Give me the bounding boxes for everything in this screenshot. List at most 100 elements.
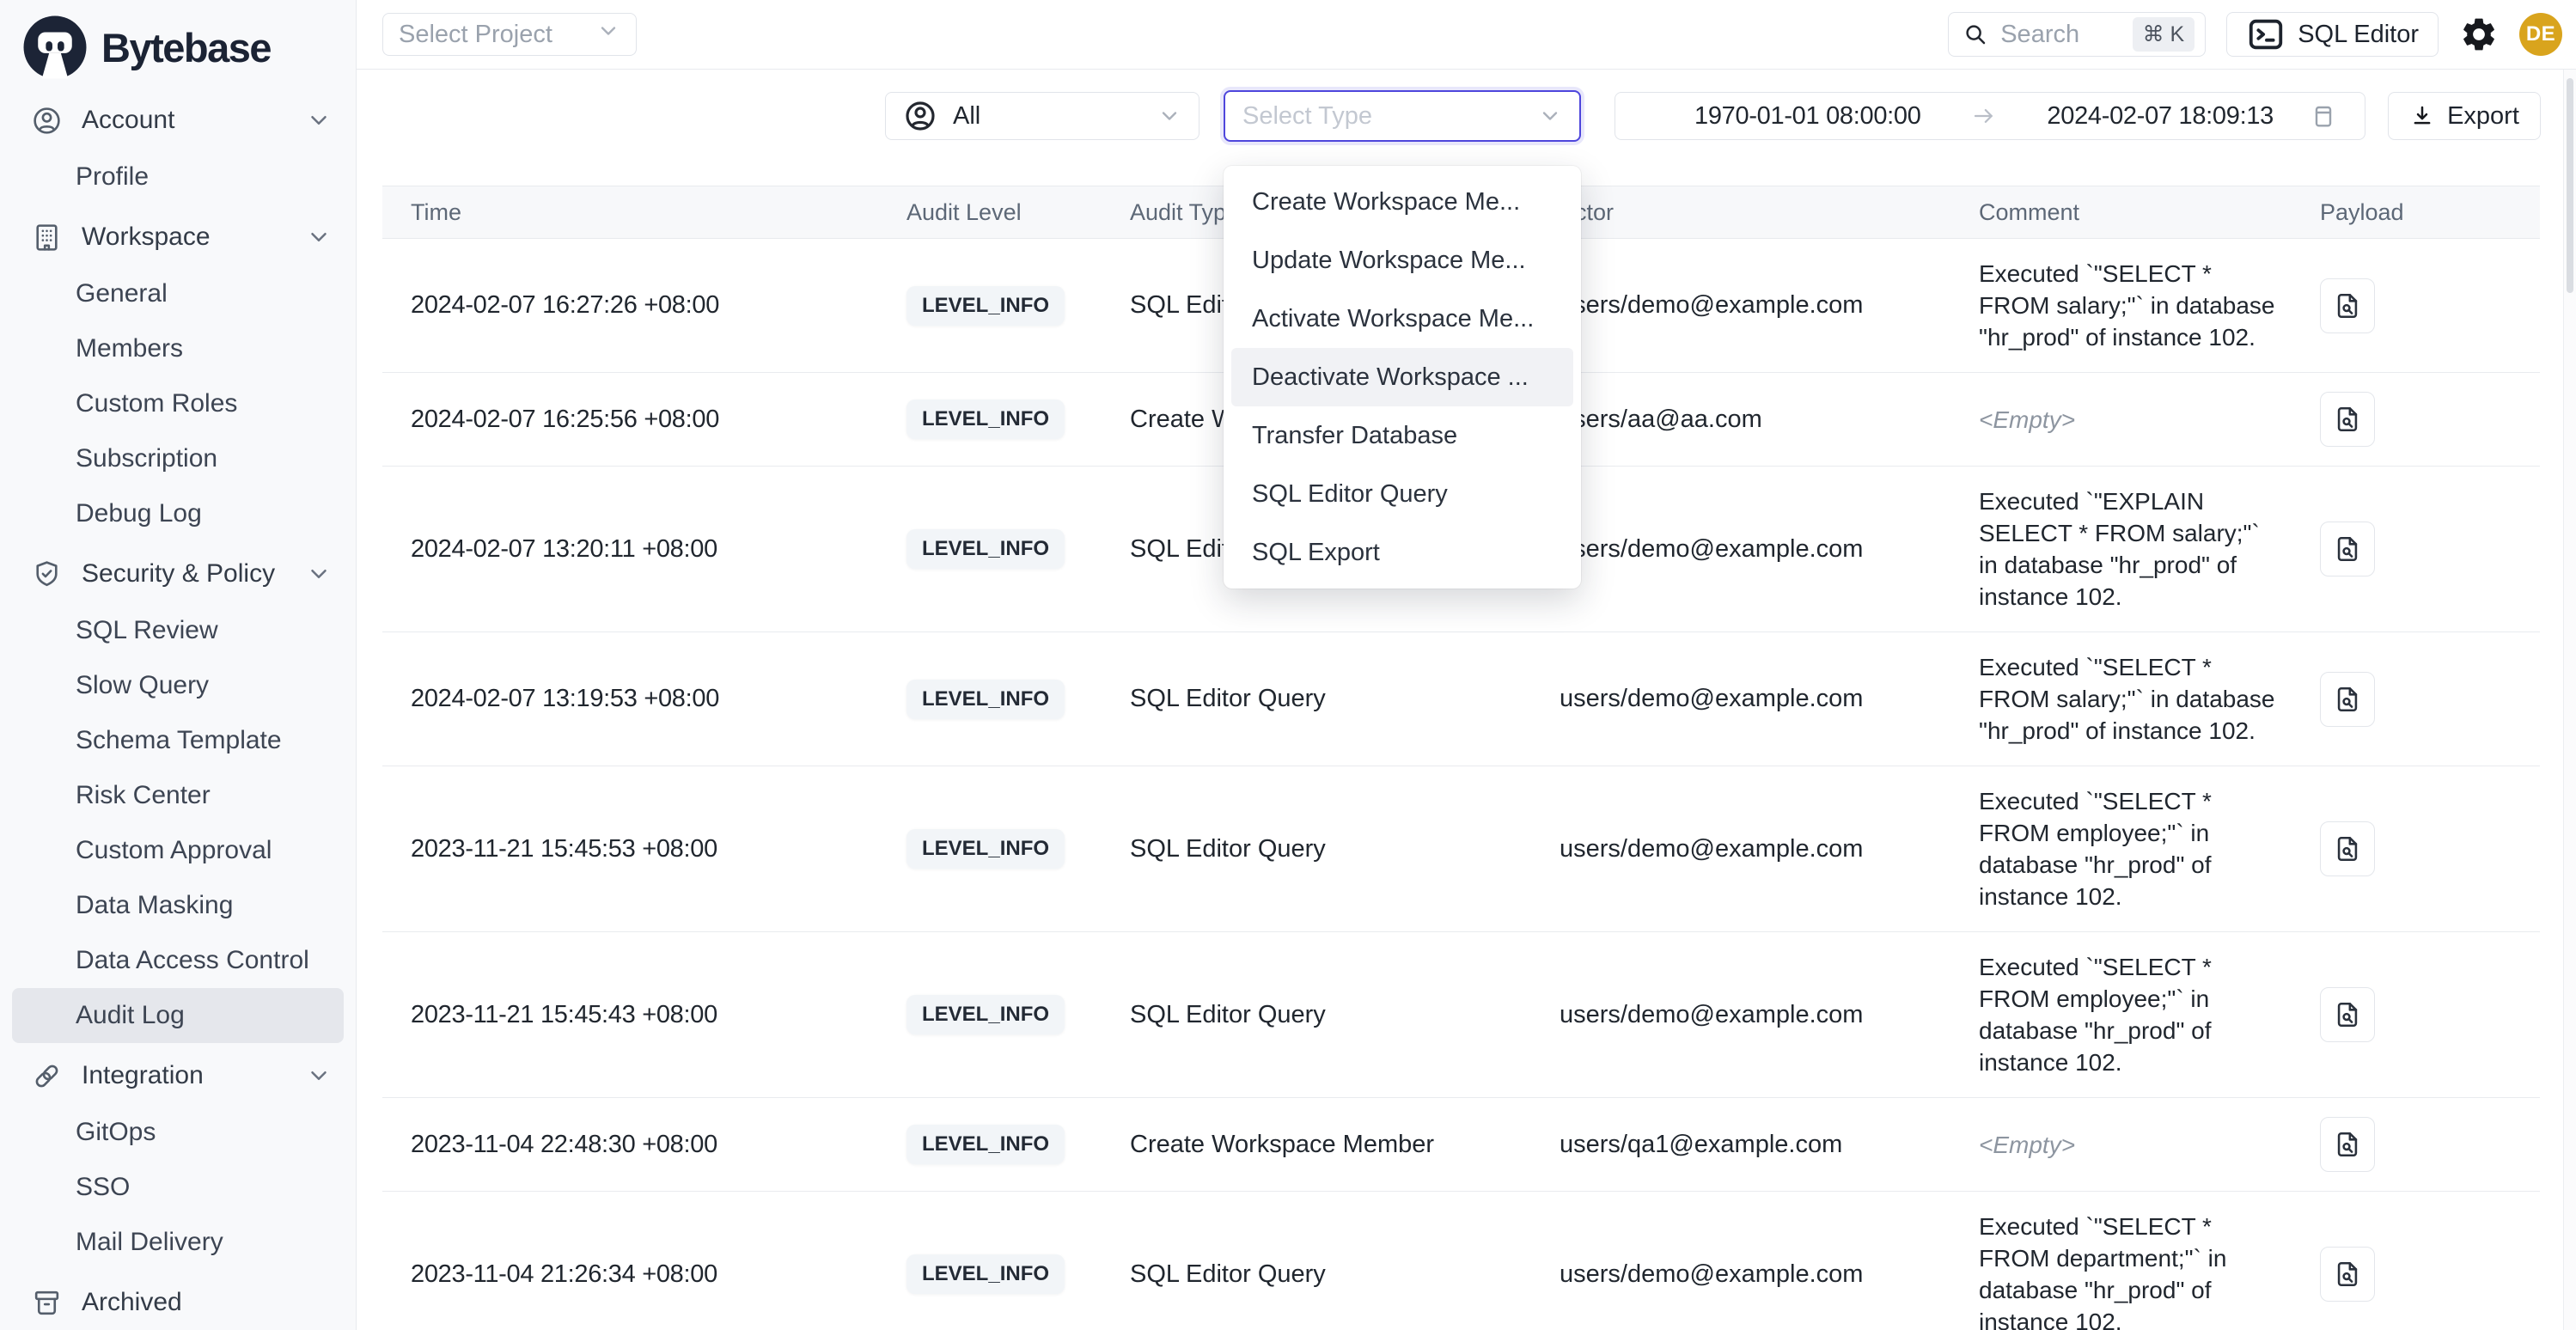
audit-level-badge: LEVEL_INFO: [906, 1254, 1065, 1294]
menu-item-sql-export[interactable]: SQL Export: [1231, 523, 1573, 582]
export-label: Export: [2447, 102, 2519, 131]
chevron-down-icon: [306, 224, 332, 250]
menu-item-sql-editor-query[interactable]: SQL Editor Query: [1231, 465, 1573, 523]
payload-view-button[interactable]: [2320, 278, 2375, 333]
sidebar-item-label: Schema Template: [76, 726, 282, 755]
menu-item-create-workspace-me[interactable]: Create Workspace Me...: [1231, 173, 1573, 231]
cell-audit-level: LEVEL_INFO: [906, 400, 1130, 439]
sidebar-group-label: Security & Policy: [82, 559, 275, 589]
sidebar-item-mail-delivery[interactable]: Mail Delivery: [12, 1215, 344, 1270]
cell-time: 2023-11-04 22:48:30 +08:00: [382, 1131, 906, 1159]
sidebar-item-general[interactable]: General: [12, 266, 344, 321]
payload-view-button[interactable]: [2320, 821, 2375, 876]
sidebar-item-custom-approval[interactable]: Custom Approval: [12, 823, 344, 878]
sidebar-item-label: Data Access Control: [76, 946, 309, 975]
sql-editor-button[interactable]: SQL Editor: [2226, 12, 2439, 57]
scrollbar-thumb[interactable]: [2567, 78, 2573, 293]
cell-comment: Executed `"SELECT * FROM salary;"` in da…: [1979, 651, 2275, 747]
audit-level-badge: LEVEL_INFO: [906, 680, 1065, 719]
sidebar-item-data-access-control[interactable]: Data Access Control: [12, 933, 344, 988]
sidebar-item-audit-log[interactable]: Audit Log: [12, 988, 344, 1043]
cell-audit-type: SQL Editor Query: [1130, 1260, 1560, 1289]
date-to-value[interactable]: 2024-02-07 18:09:13: [2047, 102, 2274, 131]
vertical-scrollbar[interactable]: [2563, 70, 2576, 1330]
export-button[interactable]: Export: [2388, 92, 2541, 140]
cell-actor: users/demo@example.com: [1560, 1260, 1979, 1289]
type-filter-select[interactable]: Select Type: [1224, 90, 1581, 142]
cell-comment: Executed `"EXPLAIN SELECT * FROM salary;…: [1979, 485, 2275, 613]
sidebar-item-risk-center[interactable]: Risk Center: [12, 768, 344, 823]
date-from-value[interactable]: 1970-01-01 08:00:00: [1694, 102, 1921, 131]
sidebar-item-label: Subscription: [76, 444, 217, 473]
cell-payload: [2320, 1247, 2540, 1302]
menu-item-transfer-database[interactable]: Transfer Database: [1231, 406, 1573, 465]
sidebar-item-schema-template[interactable]: Schema Template: [12, 713, 344, 768]
cell-time: 2024-02-07 16:27:26 +08:00: [382, 291, 906, 320]
date-range-picker[interactable]: 1970-01-01 08:00:00 2024-02-07 18:09:13: [1615, 92, 2365, 140]
cell-comment: Executed `"SELECT * FROM employee;"` in …: [1979, 785, 2275, 912]
payload-view-button[interactable]: [2320, 392, 2375, 447]
avatar[interactable]: DE: [2519, 13, 2562, 56]
sidebar-item-label: Slow Query: [76, 671, 209, 700]
actor-filter-value: All: [953, 102, 980, 131]
audit-level-badge: LEVEL_INFO: [906, 286, 1065, 326]
sidebar-item-sso[interactable]: SSO: [12, 1160, 344, 1215]
payload-view-button[interactable]: [2320, 1117, 2375, 1172]
sidebar-item-gitops[interactable]: GitOps: [12, 1105, 344, 1160]
cell-payload: [2320, 987, 2540, 1042]
user-circle-icon: [903, 99, 937, 133]
project-select[interactable]: Select Project: [382, 13, 637, 56]
archive-icon: [31, 1287, 63, 1319]
brand-logo[interactable]: Bytebase: [0, 0, 356, 82]
column-header-time: Time: [382, 199, 906, 226]
audit-level-badge: LEVEL_INFO: [906, 829, 1065, 869]
project-select-value: Select Project: [399, 21, 552, 49]
cell-actor: users/qa1@example.com: [1560, 1131, 1979, 1159]
sidebar-item-data-masking[interactable]: Data Masking: [12, 878, 344, 933]
sidebar: Bytebase AccountProfileWorkspaceGeneralM…: [0, 0, 357, 1330]
cell-time: 2023-11-21 15:45:53 +08:00: [382, 835, 906, 863]
sidebar-group-archived[interactable]: Archived: [12, 1273, 344, 1330]
sidebar-item-debug-log[interactable]: Debug Log: [12, 486, 344, 541]
cell-audit-level: LEVEL_INFO: [906, 1125, 1130, 1164]
sidebar-item-members[interactable]: Members: [12, 321, 344, 376]
sidebar-item-subscription[interactable]: Subscription: [12, 431, 344, 486]
cell-time: 2023-11-04 21:26:34 +08:00: [382, 1260, 906, 1289]
chevron-down-icon: [1157, 104, 1181, 128]
chevron-down-icon: [306, 561, 332, 587]
actor-filter-select[interactable]: All: [885, 92, 1199, 140]
sidebar-item-custom-roles[interactable]: Custom Roles: [12, 376, 344, 431]
column-header-payload: Payload: [2320, 199, 2540, 226]
cell-time: 2024-02-07 13:19:53 +08:00: [382, 685, 906, 713]
sidebar-group-account[interactable]: Account: [12, 91, 344, 149]
audit-level-badge: LEVEL_INFO: [906, 400, 1065, 439]
cell-audit-level: LEVEL_INFO: [906, 529, 1130, 569]
cell-audit-level: LEVEL_INFO: [906, 286, 1130, 326]
payload-view-button[interactable]: [2320, 987, 2375, 1042]
cell-comment: Executed `"SELECT * FROM salary;"` in da…: [1979, 258, 2275, 353]
sidebar-group-workspace[interactable]: Workspace: [12, 208, 344, 266]
menu-item-update-workspace-me[interactable]: Update Workspace Me...: [1231, 231, 1573, 290]
table-row: 2024-02-07 13:19:53 +08:00LEVEL_INFOSQL …: [382, 632, 2540, 766]
audit-level-badge: LEVEL_INFO: [906, 1125, 1065, 1164]
payload-view-button[interactable]: [2320, 1247, 2375, 1302]
sidebar-item-profile[interactable]: Profile: [12, 149, 344, 204]
chevron-down-icon: [1538, 104, 1562, 128]
menu-item-deactivate-workspace[interactable]: Deactivate Workspace ...: [1231, 348, 1573, 406]
sidebar-item-slow-query[interactable]: Slow Query: [12, 658, 344, 713]
cell-payload: [2320, 672, 2540, 727]
building-icon: [31, 222, 63, 253]
table-row: 2023-11-21 15:45:43 +08:00LEVEL_INFOSQL …: [382, 932, 2540, 1098]
payload-view-button[interactable]: [2320, 522, 2375, 577]
cell-payload: [2320, 821, 2540, 876]
sidebar-group-security-policy[interactable]: Security & Policy: [12, 545, 344, 603]
gear-icon[interactable]: [2459, 15, 2499, 54]
search-input[interactable]: Search ⌘ K: [1948, 12, 2206, 57]
chevron-down-icon: [306, 107, 332, 133]
payload-view-button[interactable]: [2320, 672, 2375, 727]
sidebar-item-label: Custom Roles: [76, 389, 237, 418]
sidebar-group-integration[interactable]: Integration: [12, 1046, 344, 1105]
cell-payload: [2320, 522, 2540, 577]
menu-item-activate-workspace-me[interactable]: Activate Workspace Me...: [1231, 290, 1573, 348]
sidebar-item-sql-review[interactable]: SQL Review: [12, 603, 344, 658]
